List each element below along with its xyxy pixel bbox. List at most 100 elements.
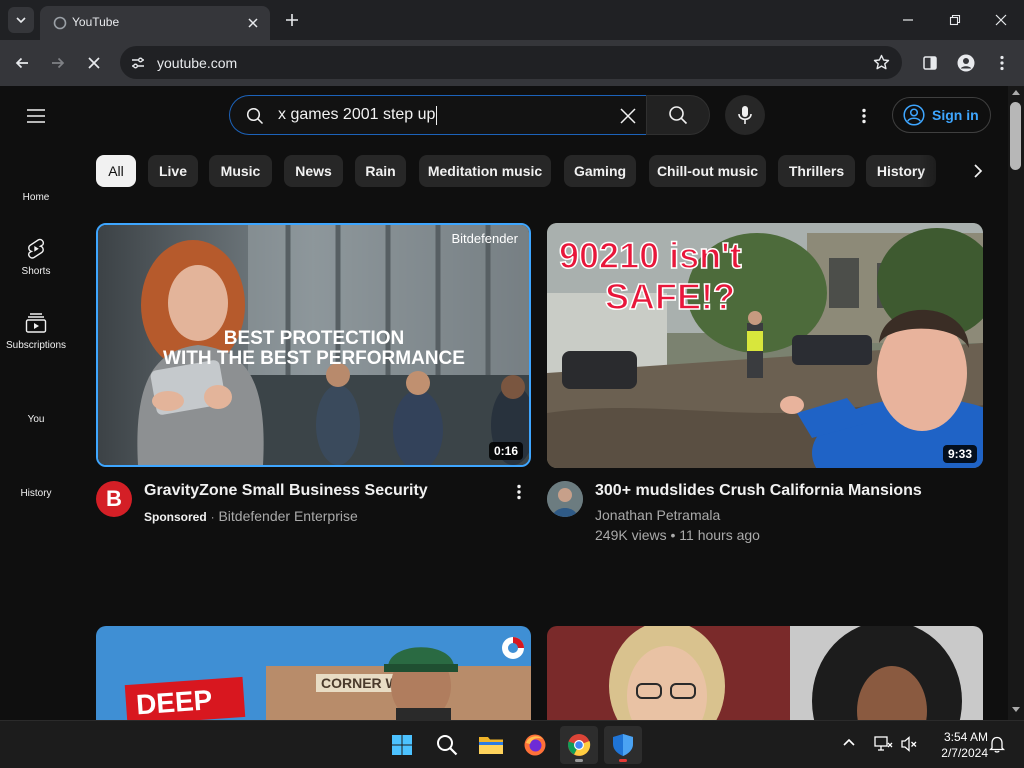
minimize-button[interactable] xyxy=(898,10,918,30)
taskbar-clock[interactable]: 3:54 AM 2/7/2024 xyxy=(926,729,988,761)
youtube-masthead: x games 2001 step up Sign in xyxy=(0,86,1008,144)
clock-time: 3:54 AM xyxy=(943,730,988,744)
arrow-left-icon xyxy=(14,55,30,71)
chip-news[interactable]: News xyxy=(284,155,343,187)
show-hidden-icons-button[interactable] xyxy=(843,738,855,746)
search-icon xyxy=(246,107,264,125)
guide-menu-button[interactable] xyxy=(24,104,48,128)
guide-item-you[interactable]: You xyxy=(0,414,72,425)
channel-name[interactable]: Bitdefender Enterprise xyxy=(218,508,357,524)
tab-close-icon[interactable] xyxy=(244,14,262,32)
ad-thumbnail-image: Bitdefender BEST PROTECTION WITH THE BES… xyxy=(98,225,529,465)
mudslide-thumbnail-image: 90210 isn't SAFE!? xyxy=(547,223,983,468)
deep-thumbnail-image: CORNER W DEEP xyxy=(96,626,531,720)
chip-gaming[interactable]: Gaming xyxy=(564,155,636,187)
taskbar-file-explorer[interactable] xyxy=(472,726,510,764)
guide-item-label: Subscriptions xyxy=(5,340,67,351)
chevron-down-icon xyxy=(15,14,27,26)
restore-button[interactable] xyxy=(945,10,965,30)
youtube-favicon-icon xyxy=(53,16,67,30)
thumbnail-overlay-line-1: 90210 isn't xyxy=(559,235,742,276)
chips-next-button[interactable] xyxy=(966,159,990,183)
stop-loading-button[interactable] xyxy=(83,52,105,74)
taskbar-firefox[interactable] xyxy=(516,726,554,764)
guide-item-label: History xyxy=(20,488,52,499)
video-thumbnail[interactable]: 90210 isn't SAFE!? 9:33 xyxy=(547,223,983,468)
chip-all[interactable]: All xyxy=(96,155,136,187)
clear-search-icon[interactable] xyxy=(616,104,640,128)
close-icon xyxy=(995,14,1007,26)
search-icon xyxy=(668,105,688,125)
network-icon[interactable] xyxy=(873,735,893,753)
chip-meditation-music[interactable]: Meditation music xyxy=(419,155,551,187)
browser-tab-youtube[interactable]: YouTube xyxy=(40,6,270,40)
volume-muted-icon[interactable] xyxy=(900,735,918,753)
running-indicator xyxy=(575,759,583,762)
scroll-down-icon[interactable] xyxy=(1012,707,1020,713)
chevron-up-icon xyxy=(843,738,855,746)
guide-item-history[interactable]: History xyxy=(0,488,72,499)
guide-item-label: You xyxy=(27,414,45,425)
sponsored-label: Sponsored xyxy=(144,510,207,524)
search-button[interactable] xyxy=(646,95,710,135)
ad-meta: Sponsored · Bitdefender Enterprise xyxy=(144,508,358,524)
start-button[interactable] xyxy=(383,726,421,764)
video-title[interactable]: GravityZone Small Business Security xyxy=(144,482,428,500)
ad-thumbnail[interactable]: Bitdefender BEST PROTECTION WITH THE BES… xyxy=(96,223,531,467)
channel-avatar[interactable] xyxy=(547,481,583,517)
profile-button[interactable] xyxy=(955,52,977,74)
account-circle-icon xyxy=(903,104,925,126)
guide-item-subscriptions[interactable]: Subscriptions xyxy=(0,311,72,351)
chrome-menu-button[interactable] xyxy=(991,52,1013,74)
channel-name[interactable]: Jonathan Petramala xyxy=(595,507,720,523)
chrome-icon xyxy=(567,733,591,757)
bookmark-star-icon[interactable] xyxy=(873,54,890,71)
tab-search-button[interactable] xyxy=(8,7,34,33)
category-chips-bar: All Live Music News Rain Meditation musi… xyxy=(96,155,996,187)
taskbar-windows-security[interactable] xyxy=(604,726,642,764)
chip-live[interactable]: Live xyxy=(148,155,198,187)
microphone-icon xyxy=(737,105,753,125)
hamburger-menu-icon xyxy=(26,109,46,123)
subscriptions-icon xyxy=(24,311,48,335)
minimize-icon xyxy=(902,14,914,26)
chip-chill-out-music[interactable]: Chill-out music xyxy=(649,155,766,187)
thumbnail-overlay-text: DEEP xyxy=(135,684,213,720)
scroll-up-icon[interactable] xyxy=(1012,89,1020,95)
guide-item-shorts[interactable]: Shorts xyxy=(0,237,72,277)
windows-taskbar: 3:54 AM 2/7/2024 xyxy=(0,720,1024,768)
bitdefender-avatar[interactable]: B xyxy=(96,481,132,517)
side-panel-button[interactable] xyxy=(919,52,941,74)
video-menu-button[interactable] xyxy=(517,484,529,502)
page-scrollbar[interactable] xyxy=(1008,86,1024,720)
notifications-bell-icon[interactable] xyxy=(989,735,1005,753)
restore-icon xyxy=(949,14,961,26)
video-thumbnail[interactable]: CORNER W DEEP xyxy=(96,626,531,720)
windows-logo-icon xyxy=(391,734,413,756)
taskbar-search-button[interactable] xyxy=(428,726,466,764)
video-thumbnail[interactable] xyxy=(547,626,983,720)
site-info-icon[interactable] xyxy=(130,55,146,71)
guide-item-home[interactable]: Home xyxy=(0,192,72,203)
new-tab-button[interactable] xyxy=(282,10,302,30)
search-input[interactable]: x games 2001 step up xyxy=(229,95,646,135)
voice-search-button[interactable] xyxy=(725,95,765,135)
taskbar-chrome[interactable] xyxy=(560,726,598,764)
search-icon xyxy=(436,734,458,756)
video-title[interactable]: 300+ mudslides Crush California Mansions xyxy=(595,482,922,500)
back-button[interactable] xyxy=(11,52,33,74)
sign-in-label: Sign in xyxy=(932,107,979,123)
scrollbar-thumb[interactable] xyxy=(1010,102,1021,170)
sign-in-button[interactable]: Sign in xyxy=(892,97,991,133)
chip-thrillers[interactable]: Thrillers xyxy=(778,155,855,187)
bitdefender-brand-text: Bitdefender xyxy=(452,231,519,246)
shorts-icon xyxy=(24,237,48,261)
settings-more-button[interactable] xyxy=(854,104,874,128)
video-stats: 249K views • 11 hours ago xyxy=(595,527,760,543)
chip-rain[interactable]: Rain xyxy=(355,155,406,187)
close-window-button[interactable] xyxy=(991,10,1011,30)
chip-music[interactable]: Music xyxy=(209,155,272,187)
shield-icon xyxy=(612,733,634,757)
forward-button[interactable] xyxy=(47,52,69,74)
address-bar[interactable]: youtube.com xyxy=(120,46,902,79)
